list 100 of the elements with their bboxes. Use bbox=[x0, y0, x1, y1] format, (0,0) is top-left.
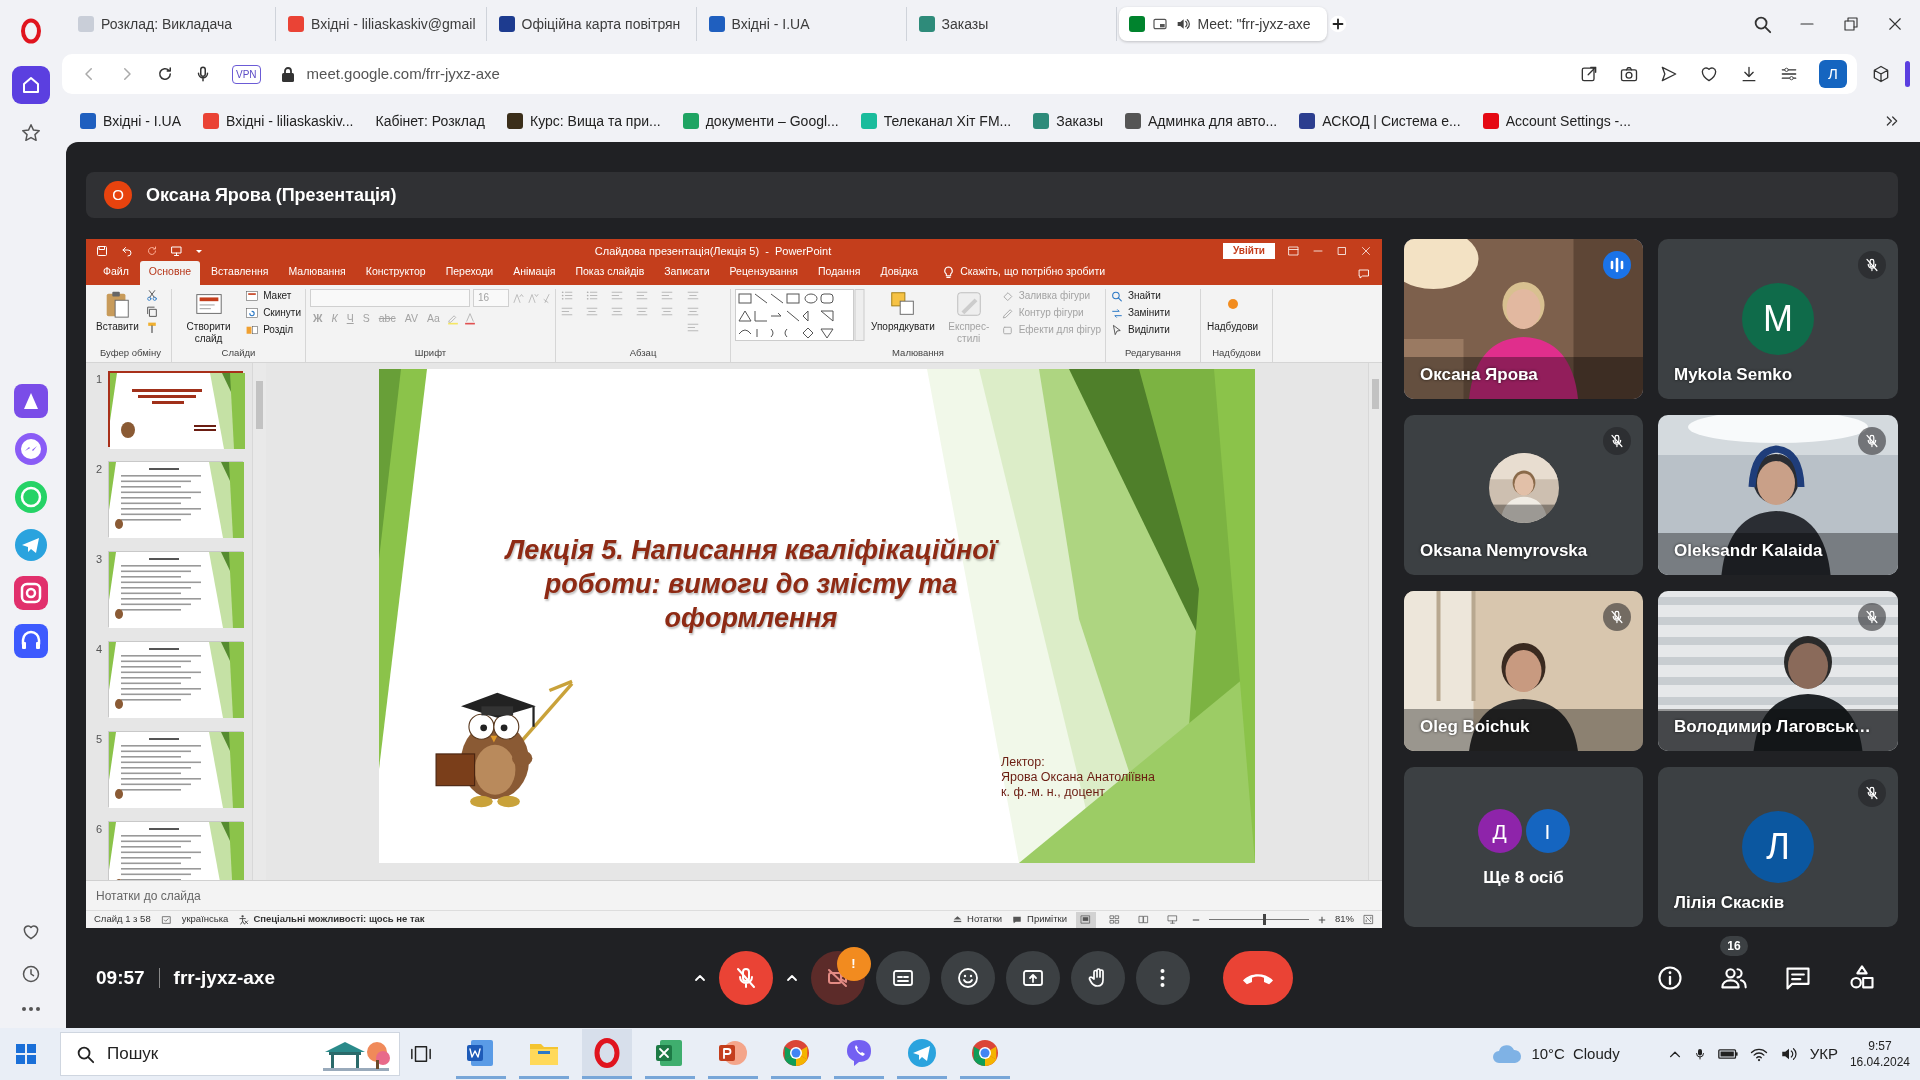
arrange-button[interactable]: Упорядкувати bbox=[869, 289, 937, 333]
replace-button[interactable]: Замінити bbox=[1110, 306, 1170, 320]
notes-button[interactable]: Нотатки bbox=[952, 912, 1003, 927]
wifi-icon[interactable] bbox=[1749, 1046, 1768, 1062]
browser-tab[interactable]: Заказы bbox=[908, 7, 1117, 41]
copy-icon[interactable] bbox=[144, 305, 159, 318]
restore-icon[interactable] bbox=[1842, 15, 1860, 33]
profile-button[interactable]: Л bbox=[1819, 60, 1847, 88]
browser-tab[interactable]: Вхідні - I.UA bbox=[698, 7, 907, 41]
weather-widget[interactable]: 10°C Cloudy bbox=[1491, 1042, 1620, 1066]
shapes-gallery[interactable] bbox=[735, 289, 865, 341]
keyboard-language[interactable]: УКР bbox=[1809, 1042, 1838, 1066]
search-field[interactable]: Пошук bbox=[105, 1040, 311, 1068]
task-view-icon[interactable] bbox=[410, 1043, 432, 1065]
ribbon-tab[interactable]: Вставлення bbox=[202, 261, 278, 285]
more-participants-label[interactable]: Ще 8 осіб bbox=[1483, 865, 1564, 891]
accessibility-button[interactable]: Спеціальні можливості: щось не так bbox=[238, 912, 425, 927]
star-icon[interactable] bbox=[20, 122, 42, 144]
maximize-icon[interactable] bbox=[1336, 245, 1348, 257]
chat-bubble-icon[interactable] bbox=[14, 432, 48, 466]
add-ins-button[interactable]: Надбудови bbox=[1205, 289, 1261, 333]
bookmark[interactable]: Заказы bbox=[1033, 110, 1104, 132]
ribbon-tab[interactable]: Рецензування bbox=[720, 261, 807, 285]
captions-button[interactable] bbox=[875, 951, 930, 1005]
bookmark[interactable]: Курс: Вища та при... bbox=[507, 110, 661, 132]
clock-time[interactable]: 9:57 bbox=[1868, 1038, 1892, 1054]
bookmark[interactable]: документи – Googl... bbox=[682, 110, 839, 132]
cut-icon[interactable] bbox=[144, 289, 159, 302]
reset-button[interactable]: Скинути bbox=[245, 306, 301, 320]
headset-icon[interactable] bbox=[14, 624, 48, 658]
notes-placeholder[interactable]: Нотатки до слайда bbox=[96, 886, 201, 905]
plus-icon[interactable] bbox=[1318, 915, 1326, 924]
battery-icon[interactable] bbox=[1717, 1047, 1738, 1061]
ribbon-tab[interactable]: Анімація bbox=[504, 261, 565, 285]
ribbon-tab[interactable]: Файл bbox=[94, 261, 138, 285]
sidebar-toggle[interactable] bbox=[1905, 61, 1910, 87]
speaker-icon[interactable] bbox=[1779, 1046, 1798, 1062]
new-slide-button[interactable]: Створити слайд bbox=[176, 289, 242, 345]
opera-logo-icon[interactable] bbox=[20, 18, 42, 44]
view-button[interactable] bbox=[1076, 911, 1096, 928]
ribbon-tab[interactable]: Показ слайдів bbox=[566, 261, 654, 285]
bookmark[interactable]: АСКОД | Система е... bbox=[1299, 110, 1461, 132]
vpn-badge[interactable]: VPN bbox=[232, 64, 261, 84]
dropdown-icon[interactable] bbox=[195, 247, 203, 255]
taskbar-app[interactable] bbox=[582, 1029, 632, 1079]
scrollbar[interactable] bbox=[252, 363, 266, 880]
sign-in-button[interactable]: Увійти bbox=[1223, 243, 1275, 259]
close-icon[interactable] bbox=[1886, 15, 1904, 33]
slide-thumbnail[interactable] bbox=[108, 371, 243, 447]
ribbon-tab[interactable]: Конструктор bbox=[356, 261, 435, 285]
search-icon[interactable] bbox=[1752, 14, 1772, 34]
address-bar[interactable]: VPN meet.google.com/frr-jyxz-axe Л bbox=[62, 54, 1857, 94]
browser-tab[interactable]: Розклад: Викладача bbox=[68, 7, 276, 41]
save-icon[interactable] bbox=[96, 245, 108, 257]
picture-in-picture-icon[interactable] bbox=[1151, 16, 1168, 32]
heart-icon[interactable] bbox=[1699, 64, 1719, 84]
more-icon[interactable] bbox=[21, 1006, 41, 1012]
raise-hand-button[interactable] bbox=[1070, 951, 1125, 1005]
comment-icon[interactable] bbox=[1358, 268, 1370, 280]
chevron-icon[interactable] bbox=[1884, 113, 1900, 129]
browser-tab[interactable]: Meet: "frr-jyxz-axe bbox=[1118, 7, 1327, 41]
redo-icon[interactable] bbox=[146, 245, 158, 257]
send-icon[interactable] bbox=[1659, 64, 1679, 84]
ribbon-tab[interactable]: Подання bbox=[809, 261, 870, 285]
paper-plane-icon[interactable] bbox=[14, 528, 48, 562]
spelling-icon[interactable] bbox=[160, 914, 172, 925]
slider-thumb[interactable] bbox=[1263, 914, 1266, 925]
section-button[interactable]: Розділ bbox=[245, 323, 301, 337]
reload-icon[interactable] bbox=[156, 65, 174, 83]
select-button[interactable]: Виділити bbox=[1110, 323, 1170, 337]
clock-date[interactable]: 16.04.2024 bbox=[1849, 1054, 1910, 1070]
zoom-level[interactable]: 81% bbox=[1335, 912, 1354, 927]
reactions-button[interactable] bbox=[940, 951, 995, 1005]
bookmark[interactable]: Account Settings -... bbox=[1482, 110, 1631, 132]
bookmark[interactable]: Админка для авто... bbox=[1125, 110, 1278, 132]
comments-button[interactable]: Примітки bbox=[1011, 912, 1067, 927]
ribbon-tab[interactable]: Основне bbox=[139, 261, 201, 285]
triangle-app-icon[interactable] bbox=[14, 384, 48, 418]
tell-me-field[interactable]: Скажіть, що потрібно зробити bbox=[929, 264, 1106, 285]
paste-button[interactable]: Вставити bbox=[94, 289, 141, 333]
ribbon-tab[interactable]: Малювання bbox=[279, 261, 355, 285]
font-color-icon[interactable] bbox=[462, 311, 477, 325]
search-bar[interactable]: Пошук bbox=[60, 1032, 400, 1076]
layout-button[interactable]: Макет bbox=[245, 289, 301, 303]
scrollbar[interactable] bbox=[1368, 363, 1382, 880]
fit-slide-icon[interactable] bbox=[1363, 914, 1374, 925]
ribbon-tab[interactable]: Переходи bbox=[436, 261, 503, 285]
url-field[interactable]: meet.google.com/frr-jyxz-axe bbox=[306, 62, 1559, 86]
microphone-button[interactable] bbox=[718, 951, 773, 1005]
camera-icon[interactable] bbox=[1619, 64, 1639, 84]
ribbon-tab[interactable]: Довідка bbox=[871, 261, 928, 285]
cube-icon[interactable] bbox=[1871, 64, 1891, 84]
new-tab-icon[interactable] bbox=[1328, 15, 1347, 33]
bookmark[interactable]: Кабінет: Розклад bbox=[375, 110, 485, 132]
presentation-icon[interactable] bbox=[170, 245, 183, 257]
share-icon[interactable] bbox=[1579, 64, 1599, 84]
language-label[interactable]: українська bbox=[181, 912, 229, 927]
browser-tab[interactable]: Офіційна карта повітрян bbox=[488, 7, 697, 41]
ribbon-display-icon[interactable] bbox=[1287, 245, 1300, 257]
home-button[interactable] bbox=[12, 66, 50, 104]
